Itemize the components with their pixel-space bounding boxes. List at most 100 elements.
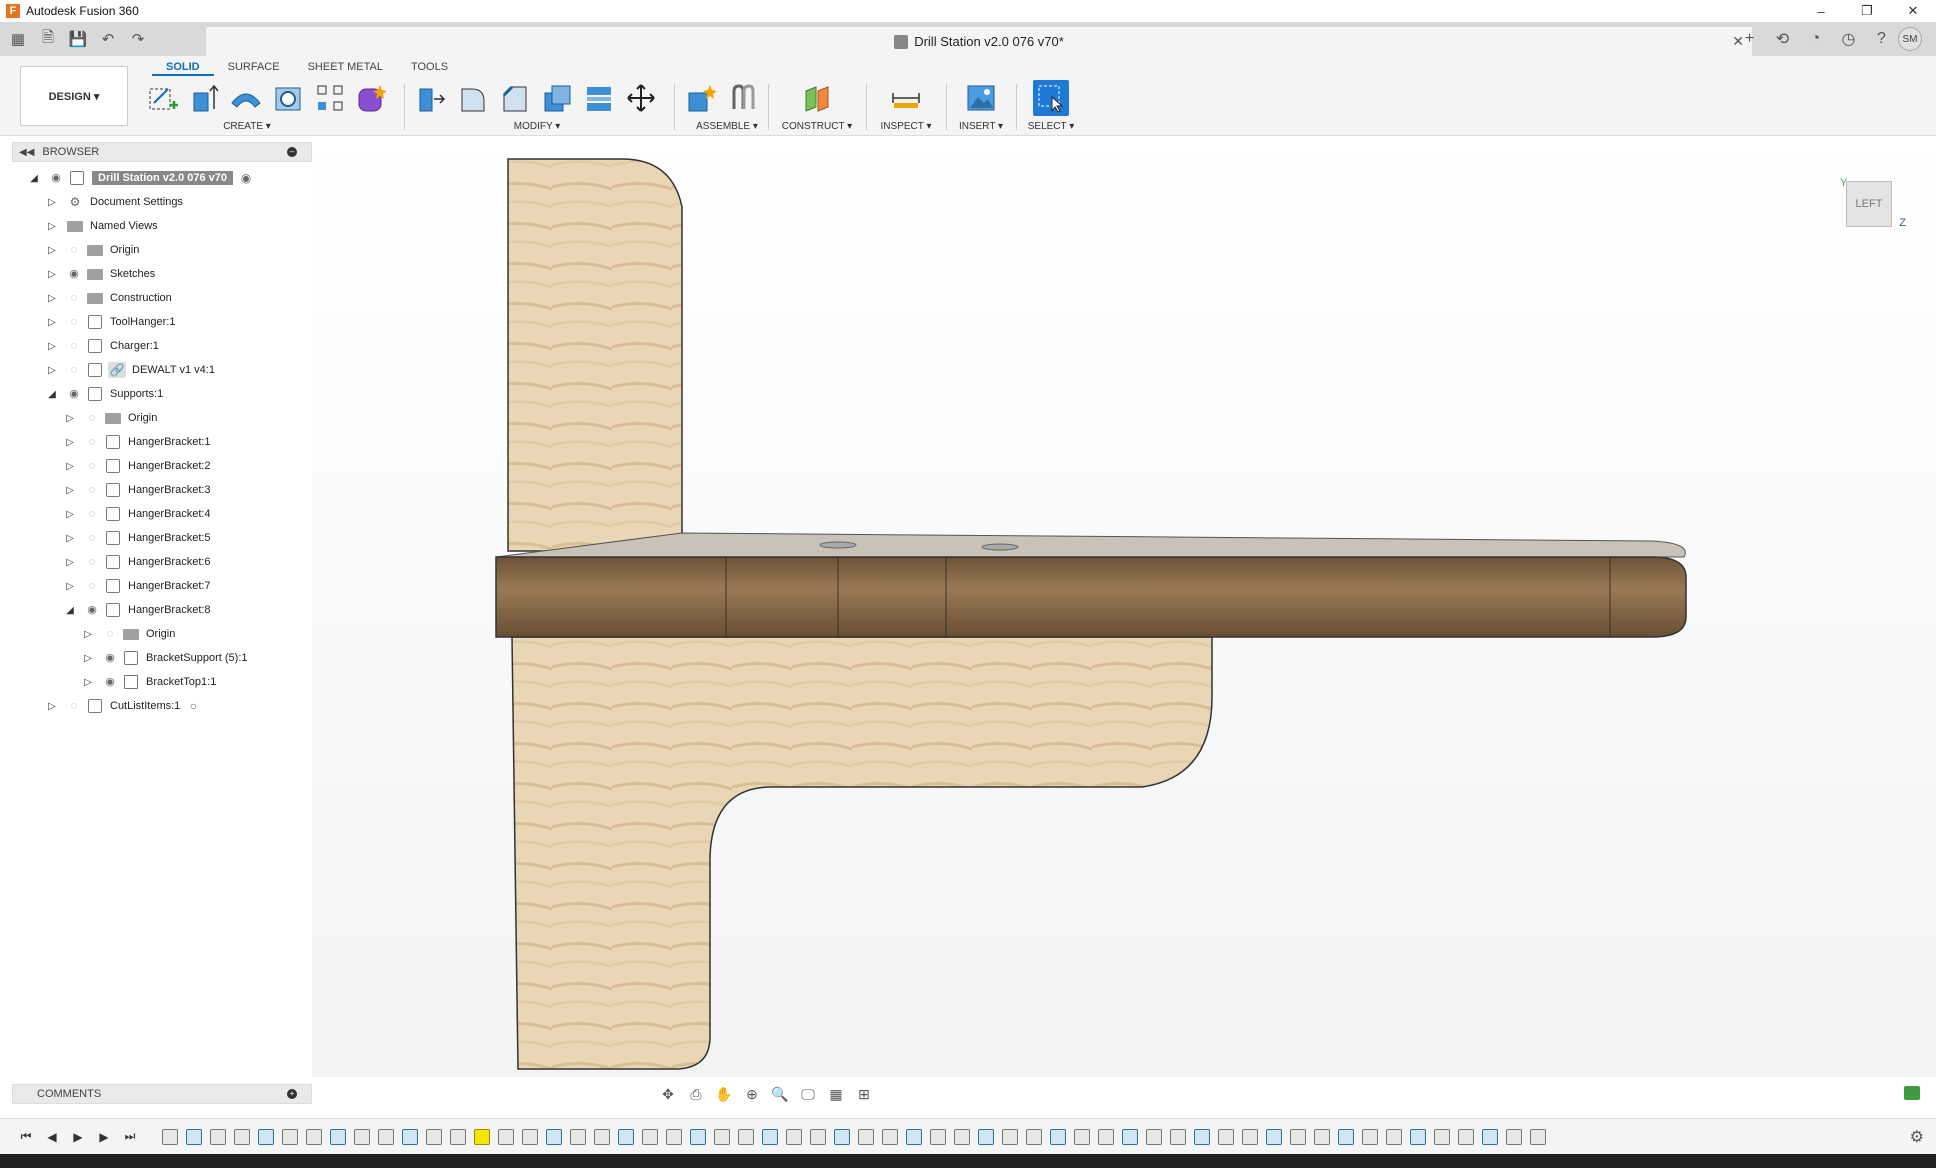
timeline-marker[interactable] [474,1128,490,1145]
visibility-eye-icon[interactable]: ◉ [102,652,118,664]
tree-item[interactable]: ▷ ◌ HangerBracket:3 [12,478,312,502]
expand-triangle-icon[interactable]: ◢ [64,605,76,616]
timeline-feature[interactable] [1266,1128,1282,1145]
split-body-icon[interactable] [581,80,617,116]
timeline-feature[interactable] [1362,1128,1378,1145]
select-menu[interactable]: SELECT ▾ [1022,121,1080,132]
look-at-icon[interactable]: ⎙ [684,1083,708,1105]
timeline-feature[interactable] [186,1128,202,1145]
create-sketch-icon[interactable] [145,80,181,116]
tree-item[interactable]: ▷ ◉ BracketSupport (5):1 [12,646,312,670]
expand-triangle-icon[interactable]: ▷ [46,221,58,232]
help-icon[interactable]: ? [1865,22,1898,56]
tree-item[interactable]: ▷ ◌ Construction [12,286,312,310]
press-pull-icon[interactable] [413,80,449,116]
revolve-icon[interactable] [228,80,264,116]
tree-item[interactable]: ▷ ⚙ Document Settings [12,190,312,214]
visibility-eye-icon[interactable]: ◉ [84,604,100,616]
timeline-feature[interactable] [282,1128,298,1145]
extrude-icon[interactable] [187,80,223,116]
timeline-feature[interactable] [1338,1128,1354,1145]
timeline-feature[interactable] [330,1128,346,1145]
undo-icon[interactable]: ↶ [96,27,120,51]
expand-triangle-icon[interactable]: ▷ [82,629,94,640]
tree-item[interactable]: ▷ ◌ ToolHanger:1 [12,310,312,334]
visibility-eye-icon[interactable]: ◉ [66,268,82,280]
timeline-feature[interactable] [1002,1128,1018,1145]
new-component-icon[interactable] [683,80,719,116]
tree-item[interactable]: ▷ ◌ HangerBracket:4 [12,502,312,526]
expand-triangle-icon[interactable]: ▷ [64,509,76,520]
minimize-button[interactable]: – [1798,0,1844,22]
view-cube[interactable]: Y LEFT Z [1838,177,1906,229]
hidden-eye-icon[interactable]: ◌ [84,532,100,544]
timeline-feature[interactable] [1290,1128,1306,1145]
hidden-eye-icon[interactable]: ◌ [84,580,100,592]
move-copy-icon[interactable] [623,80,659,116]
zoom-icon[interactable]: ⊕ [740,1083,764,1105]
tree-item[interactable]: ▷ ◌ Origin [12,622,312,646]
hidden-eye-icon[interactable]: ◌ [84,460,100,472]
timeline-feature[interactable] [738,1128,754,1145]
expand-triangle-icon[interactable]: ▷ [46,293,58,304]
modify-menu[interactable]: MODIFY ▾ [410,121,664,132]
file-menu-icon[interactable]: 🗎 [36,27,60,51]
notifications-icon[interactable]: ◷ [1832,22,1865,56]
timeline-feature[interactable] [1074,1128,1090,1145]
timeline-feature[interactable] [450,1128,466,1145]
timeline-feature[interactable] [1434,1128,1450,1145]
redo-icon[interactable]: ↷ [126,27,150,51]
add-comment-icon[interactable]: + [287,1089,297,1099]
timeline-feature[interactable] [882,1128,898,1145]
tree-root[interactable]: ◢ ◉ Drill Station v2.0 076 v70 ◉ [12,166,312,190]
tree-item[interactable]: ▷ ◌ HangerBracket:7 [12,574,312,598]
tree-item[interactable]: ▷ ◌ CutListItems:1 ○ [12,694,312,718]
data-panel-grid-icon[interactable]: ▦ [6,27,30,51]
tree-item[interactable]: ◢ ◉ HangerBracket:8 [12,598,312,622]
timeline-feature[interactable] [1026,1128,1042,1145]
tree-item[interactable]: ▷ Named Views [12,214,312,238]
select-icon[interactable] [1033,80,1069,116]
restore-button[interactable]: ❐ [1844,0,1890,22]
expand-triangle-icon[interactable]: ▷ [46,245,58,256]
tree-item[interactable]: ▷ ◌ HangerBracket:2 [12,454,312,478]
timeline-feature[interactable] [258,1128,274,1145]
timeline-feature[interactable] [354,1128,370,1145]
go-to-start-icon[interactable]: ⏮ [14,1127,38,1147]
joint-icon[interactable] [725,80,761,116]
expand-triangle-icon[interactable]: ▷ [64,557,76,568]
hidden-eye-icon[interactable]: ◌ [84,484,100,496]
job-status-icon[interactable]: ◔ [1799,22,1832,56]
hidden-eye-icon[interactable]: ◌ [66,364,82,376]
timeline-feature[interactable] [978,1128,994,1145]
visibility-eye-icon[interactable]: ◉ [102,676,118,688]
browser-minimize-icon[interactable]: – [287,147,297,157]
timeline-feature[interactable] [594,1128,610,1145]
tree-item[interactable]: ▷ ◌ Charger:1 [12,334,312,358]
assemble-menu[interactable]: ASSEMBLE ▾ [680,121,774,132]
timeline-feature[interactable] [1194,1128,1210,1145]
hidden-eye-icon[interactable]: ◌ [66,340,82,352]
create-menu[interactable]: CREATE ▾ [102,121,392,132]
close-button[interactable]: ✕ [1890,0,1936,22]
timeline-feature[interactable] [1098,1128,1114,1145]
expand-triangle-icon[interactable]: ▷ [46,701,58,712]
tab-solid[interactable]: SOLID [152,58,214,76]
shell-icon[interactable] [539,80,575,116]
step-back-icon[interactable]: ◀ [40,1127,64,1147]
visibility-eye-icon[interactable]: ◉ [48,172,64,184]
timeline-feature[interactable] [618,1128,634,1145]
timeline-settings-gear-icon[interactable]: ⚙ [1910,1127,1924,1147]
timeline-feature[interactable] [1146,1128,1162,1145]
pattern-icon[interactable] [312,80,348,116]
collapse-panel-icon[interactable]: ◀◀ [19,147,34,158]
timeline-feature[interactable] [930,1128,946,1145]
timeline-feature[interactable] [546,1128,562,1145]
hidden-eye-icon[interactable]: ◌ [66,700,82,712]
tree-item[interactable]: ▷ ◌ HangerBracket:1 [12,430,312,454]
extensions-icon[interactable]: ⟲ [1766,22,1799,56]
tree-item[interactable]: ▷ ◌ 🔗 DEWALT v1 v4:1 [12,358,312,382]
expand-triangle-icon[interactable]: ▷ [64,485,76,496]
view-cube-face[interactable]: LEFT [1846,181,1892,227]
tree-item[interactable]: ◢ ◉ Supports:1 [12,382,312,406]
